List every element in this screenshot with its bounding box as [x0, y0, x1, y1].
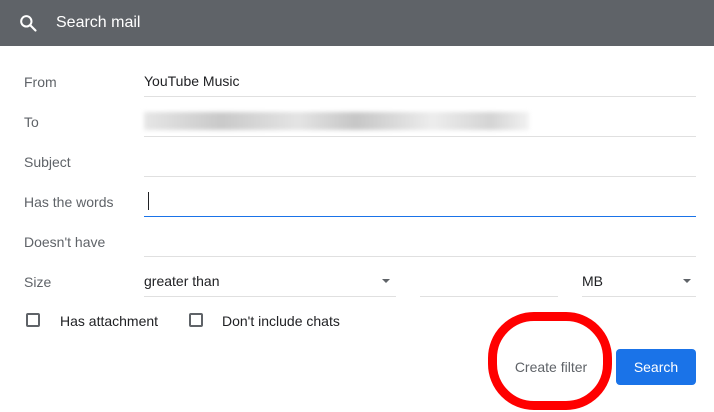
from-field[interactable]: YouTube Music	[144, 66, 696, 97]
has-words-label: Has the words	[24, 194, 114, 210]
size-unit-value: MB	[582, 273, 603, 289]
size-row: Size greater than MB	[0, 262, 714, 302]
subject-row: Subject	[0, 142, 714, 182]
redacted-recipient	[144, 112, 529, 130]
size-amount-input[interactable]	[420, 266, 558, 297]
has-attachment-checkbox[interactable]	[26, 313, 40, 327]
dont-include-chats-checkbox[interactable]	[189, 313, 203, 327]
size-operator-select[interactable]: greater than	[144, 266, 396, 297]
subject-label: Subject	[24, 154, 71, 170]
dont-include-chats-label[interactable]: Don't include chats	[222, 313, 340, 329]
doesnt-have-field[interactable]	[144, 226, 696, 257]
has-words-field[interactable]	[144, 186, 696, 217]
text-cursor	[148, 192, 149, 210]
to-field[interactable]	[144, 106, 696, 137]
has-words-row: Has the words	[0, 182, 714, 222]
search-header: Search mail	[0, 0, 714, 46]
from-value: YouTube Music	[144, 73, 240, 89]
size-unit-select[interactable]: MB	[582, 266, 696, 297]
annotation-circle	[488, 312, 612, 410]
search-button[interactable]: Search	[616, 349, 696, 385]
chevron-down-icon	[382, 279, 390, 283]
chevron-down-icon	[683, 279, 691, 283]
search-mail-input[interactable]: Search mail	[56, 13, 140, 33]
subject-field[interactable]	[144, 146, 696, 177]
from-label: From	[24, 74, 57, 90]
size-label: Size	[24, 274, 52, 290]
to-row: To	[0, 102, 714, 142]
size-operator-value: greater than	[144, 273, 220, 289]
to-label: To	[24, 114, 39, 130]
has-attachment-label[interactable]: Has attachment	[60, 313, 158, 329]
doesnt-have-label: Doesn't have	[24, 234, 106, 250]
from-row: From YouTube Music	[0, 62, 714, 102]
search-icon[interactable]	[18, 13, 38, 33]
doesnt-have-row: Doesn't have	[0, 222, 714, 262]
